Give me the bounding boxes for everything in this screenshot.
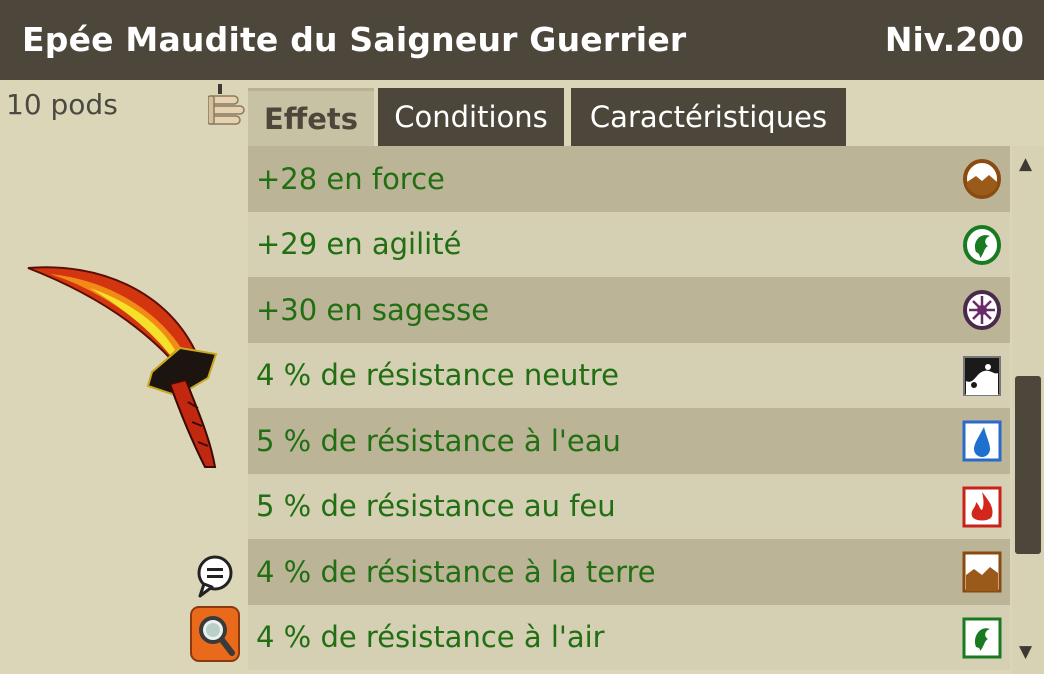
item-panel: 10 pods <box>0 80 248 674</box>
effects-scrollbar[interactable]: ▲ ▼ <box>1012 146 1044 674</box>
hand-icon[interactable] <box>207 84 246 136</box>
item-image <box>20 262 230 476</box>
scroll-up-arrow-icon[interactable]: ▲ <box>1019 154 1032 174</box>
scroll-down-arrow-icon[interactable]: ▼ <box>1019 642 1032 662</box>
effect-text: +29 en agilité <box>256 227 462 262</box>
air-resistance-icon <box>962 617 1002 658</box>
effect-row: 4 % de résistance à l'air <box>248 604 1010 670</box>
effect-text: 5 % de résistance au feu <box>256 489 616 524</box>
chat-icon[interactable] <box>196 554 234 602</box>
tab-effets[interactable]: Effets <box>248 88 374 146</box>
neutral-resistance-icon <box>963 355 1001 396</box>
effect-text: 4 % de résistance à l'air <box>256 620 605 655</box>
effect-row: 4 % de résistance à la terre <box>248 539 1010 605</box>
earth-resistance-icon <box>962 551 1002 593</box>
effect-row: 4 % de résistance neutre <box>248 342 1010 408</box>
strength-icon <box>963 159 1001 199</box>
item-title: Epée Maudite du Saigneur Guerrier <box>22 20 687 59</box>
fire-resistance-icon <box>962 486 1002 527</box>
item-header: Epée Maudite du Saigneur Guerrier Niv.20… <box>0 0 1044 80</box>
effect-text: 4 % de résistance à la terre <box>256 554 656 589</box>
item-level: Niv.200 <box>884 20 1024 59</box>
scrollbar-thumb[interactable] <box>1015 376 1041 554</box>
effect-row: +29 en agilité <box>248 211 1010 277</box>
wisdom-icon <box>963 290 1001 330</box>
effect-row: +28 en force <box>248 146 1010 212</box>
search-button[interactable] <box>190 606 240 662</box>
effect-text: +28 en force <box>256 161 445 196</box>
effect-text: 5 % de résistance à l'eau <box>256 423 621 458</box>
tab-conditions[interactable]: Conditions <box>378 88 564 146</box>
tab-caracteristiques[interactable]: Caractéristiques <box>571 88 846 146</box>
item-weight: 10 pods <box>6 88 118 121</box>
effect-row: 5 % de résistance à l'eau <box>248 408 1010 474</box>
effect-row: 5 % de résistance au feu <box>248 473 1010 539</box>
agility-icon <box>963 224 1001 265</box>
effect-row: +30 en sagesse <box>248 277 1010 343</box>
effects-list: +28 en force +29 en agilité +30 en sages… <box>248 146 1010 674</box>
water-resistance-icon <box>962 420 1002 462</box>
effect-text: 4 % de résistance neutre <box>256 358 619 393</box>
magnifier-icon <box>199 616 235 656</box>
effect-text: +30 en sagesse <box>256 292 490 327</box>
